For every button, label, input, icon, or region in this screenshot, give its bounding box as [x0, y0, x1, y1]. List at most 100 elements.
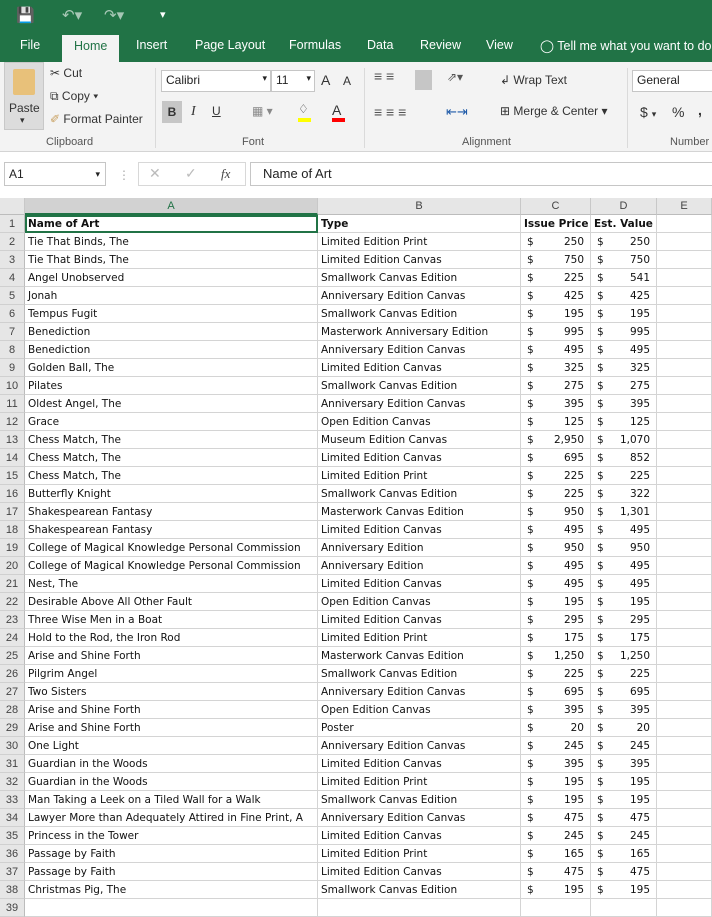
cell-name[interactable]: Man Taking a Leek on a Tiled Wall for a …	[25, 791, 318, 809]
tab-review[interactable]: Review	[420, 38, 461, 52]
cell-a1-name-of-art[interactable]: Name of Art	[25, 215, 318, 233]
font-color-button[interactable]: A	[332, 102, 341, 118]
cell-est-value[interactable]: $165	[591, 845, 657, 863]
cell[interactable]	[657, 413, 712, 431]
row-header[interactable]: 11	[0, 395, 25, 413]
undo-icon[interactable]: ↶▾	[62, 6, 82, 24]
cell[interactable]	[657, 845, 712, 863]
row-header[interactable]: 21	[0, 575, 25, 593]
cell-issue-price[interactable]: $1,250	[521, 647, 591, 665]
cancel-icon[interactable]: ✕	[149, 165, 161, 182]
cell-type[interactable]: Open Edition Canvas	[318, 413, 521, 431]
cell-name[interactable]: Christmas Pig, The	[25, 881, 318, 899]
cell-est-value[interactable]: $475	[591, 809, 657, 827]
cell-name[interactable]: Tempus Fugit	[25, 305, 318, 323]
cell[interactable]	[657, 359, 712, 377]
cell[interactable]	[657, 233, 712, 251]
cell-est-value[interactable]: $425	[591, 287, 657, 305]
cell-type[interactable]: Limited Edition Canvas	[318, 449, 521, 467]
cell-issue-price[interactable]: $950	[521, 539, 591, 557]
tab-view[interactable]: View	[486, 38, 513, 52]
row-header[interactable]: 32	[0, 773, 25, 791]
cell[interactable]	[657, 593, 712, 611]
cell[interactable]	[657, 629, 712, 647]
cell-est-value[interactable]: $195	[591, 305, 657, 323]
cell-issue-price[interactable]: $195	[521, 593, 591, 611]
cell-issue-price[interactable]: $950	[521, 503, 591, 521]
tab-page-layout[interactable]: Page Layout	[195, 38, 265, 52]
cell-name[interactable]: Jonah	[25, 287, 318, 305]
cell[interactable]	[657, 485, 712, 503]
column-header-d[interactable]: D	[591, 198, 657, 215]
customize-icon[interactable]: ▾	[160, 8, 166, 21]
cell-issue-price[interactable]: $750	[521, 251, 591, 269]
merge-center-button[interactable]: ⊞ Merge & Center ▾	[500, 104, 607, 118]
cell[interactable]	[657, 521, 712, 539]
cell-issue-price[interactable]: $195	[521, 305, 591, 323]
tab-file[interactable]: File	[20, 38, 40, 52]
cell-type[interactable]: Open Edition Canvas	[318, 701, 521, 719]
cell[interactable]	[521, 899, 591, 917]
row-header[interactable]: 36	[0, 845, 25, 863]
row-header[interactable]: 23	[0, 611, 25, 629]
cell-issue-price[interactable]: $225	[521, 269, 591, 287]
cell-issue-price[interactable]: $175	[521, 629, 591, 647]
cell-name[interactable]: Pilates	[25, 377, 318, 395]
cell-name[interactable]: Arise and Shine Forth	[25, 719, 318, 737]
cell-type[interactable]: Limited Edition Canvas	[318, 755, 521, 773]
cell-issue-price[interactable]: $225	[521, 485, 591, 503]
cell-type[interactable]: Anniversary Edition Canvas	[318, 737, 521, 755]
cut-button[interactable]: ✂ Cut	[50, 66, 82, 80]
borders-icon[interactable]: ▦ ▾	[252, 104, 273, 118]
cell-name[interactable]: Shakespearean Fantasy	[25, 521, 318, 539]
comma-button[interactable]: ,	[698, 102, 702, 118]
cell-est-value[interactable]: $125	[591, 413, 657, 431]
cell-est-value[interactable]: $195	[591, 791, 657, 809]
header-est-value[interactable]: Est. Value	[591, 215, 657, 233]
cell-type[interactable]: Anniversary Edition Canvas	[318, 341, 521, 359]
underline-button[interactable]: U	[212, 104, 221, 118]
row-header[interactable]: 1	[0, 215, 25, 233]
row-header[interactable]: 22	[0, 593, 25, 611]
cell-issue-price[interactable]: $225	[521, 665, 591, 683]
cell-type[interactable]: Limited Edition Canvas	[318, 863, 521, 881]
orientation-icon[interactable]: ⇗▾	[447, 70, 463, 84]
cell-issue-price[interactable]: $395	[521, 755, 591, 773]
row-header[interactable]: 39	[0, 899, 25, 917]
row-header[interactable]: 37	[0, 863, 25, 881]
cell-type[interactable]: Limited Edition Print	[318, 467, 521, 485]
cell-issue-price[interactable]: $225	[521, 467, 591, 485]
cell-est-value[interactable]: $395	[591, 395, 657, 413]
currency-button[interactable]: $ ▾	[640, 104, 656, 120]
cell-est-value[interactable]: $1,250	[591, 647, 657, 665]
cell-est-value[interactable]: $695	[591, 683, 657, 701]
cell-issue-price[interactable]: $2,950	[521, 431, 591, 449]
row-header[interactable]: 2	[0, 233, 25, 251]
tab-insert[interactable]: Insert	[136, 38, 167, 52]
align-bottom-icon[interactable]	[415, 70, 432, 90]
cell-issue-price[interactable]: $20	[521, 719, 591, 737]
cell[interactable]	[657, 791, 712, 809]
cell-type[interactable]: Open Edition Canvas	[318, 593, 521, 611]
row-header[interactable]: 16	[0, 485, 25, 503]
cell-type[interactable]: Smallwork Canvas Edition	[318, 881, 521, 899]
shrink-font-button[interactable]: A	[343, 74, 351, 88]
enter-icon[interactable]: ✓	[185, 165, 197, 182]
cell-type[interactable]: Anniversary Edition Canvas	[318, 683, 521, 701]
cell-name[interactable]: Chess Match, The	[25, 449, 318, 467]
cell-est-value[interactable]: $995	[591, 323, 657, 341]
cell[interactable]	[657, 611, 712, 629]
row-header[interactable]: 33	[0, 791, 25, 809]
cell-issue-price[interactable]: $495	[521, 575, 591, 593]
align-icons[interactable]: ≡ ≡ ≡	[374, 104, 406, 120]
cell[interactable]	[318, 899, 521, 917]
cell-est-value[interactable]: $225	[591, 467, 657, 485]
cell[interactable]	[657, 647, 712, 665]
indent-icons[interactable]: ⇤⇥	[446, 104, 468, 120]
cell[interactable]	[657, 809, 712, 827]
cell-est-value[interactable]: $245	[591, 737, 657, 755]
cell-issue-price[interactable]: $495	[521, 341, 591, 359]
cell[interactable]	[657, 431, 712, 449]
cell-issue-price[interactable]: $195	[521, 881, 591, 899]
wrap-text-button[interactable]: ↲ Wrap Text	[500, 73, 567, 87]
